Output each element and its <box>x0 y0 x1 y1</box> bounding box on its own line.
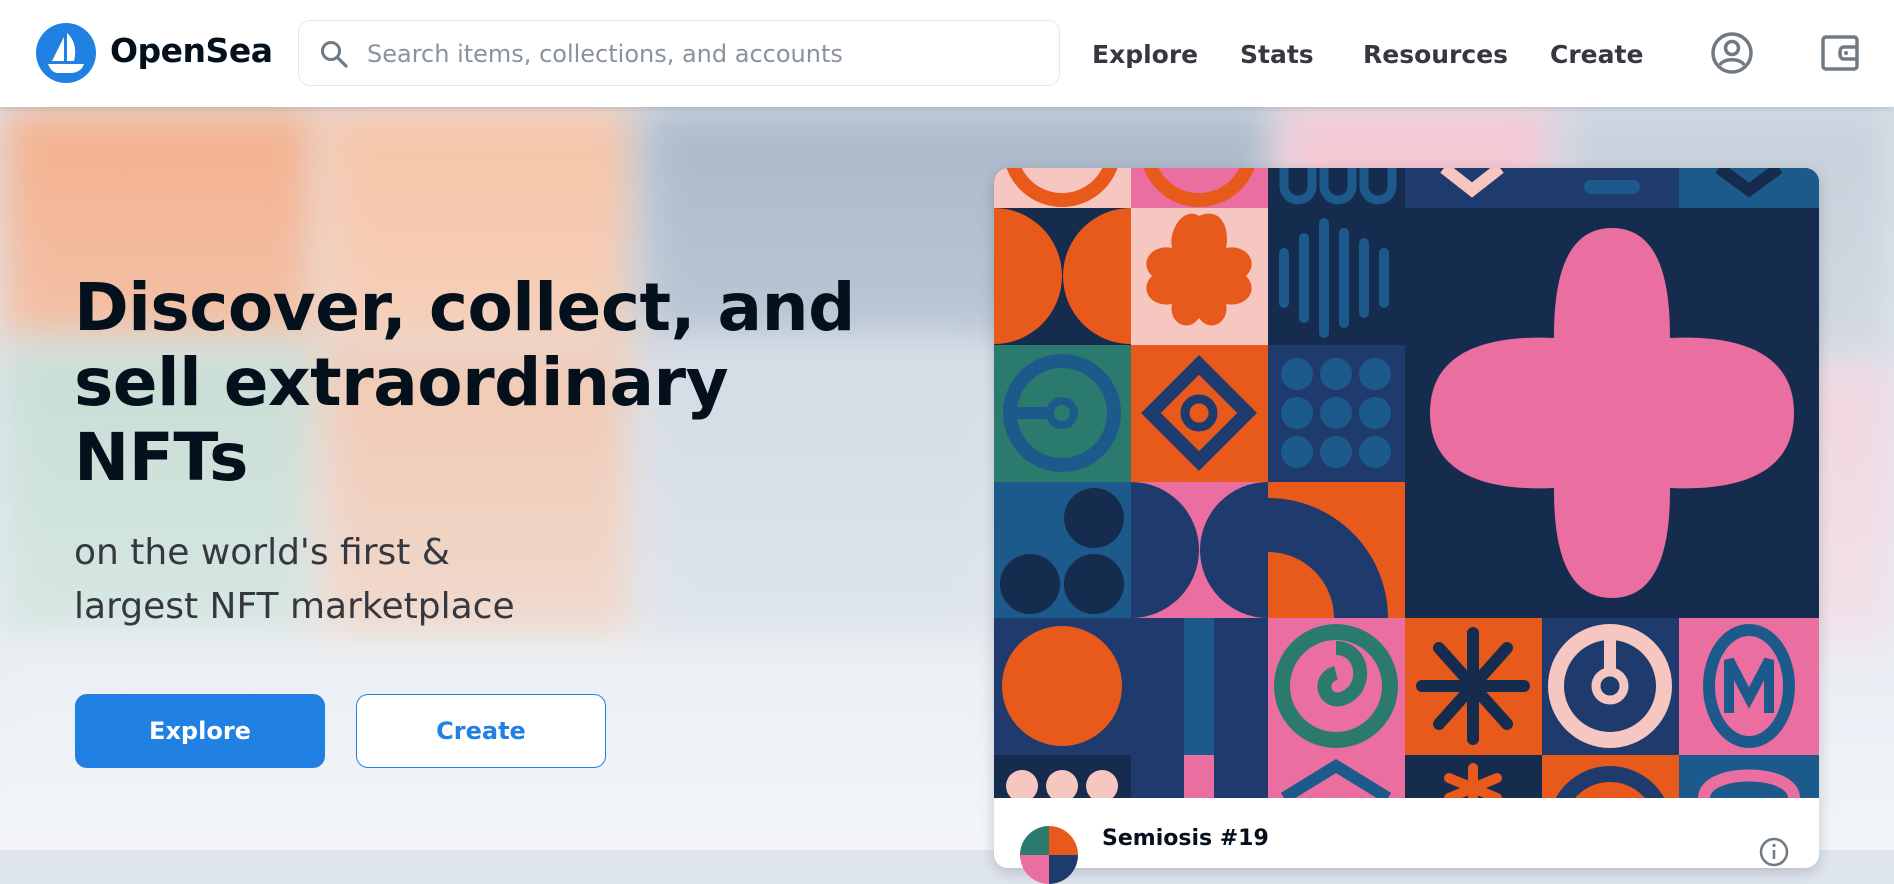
search-icon <box>319 39 349 73</box>
nav-create[interactable]: Create <box>1550 40 1643 69</box>
search-bar[interactable] <box>298 20 1060 86</box>
hero-subline: on the world's first & largest NFT marke… <box>74 526 674 634</box>
nav-resources[interactable]: Resources <box>1363 40 1508 69</box>
featured-item-name[interactable]: Semiosis #19 <box>1102 826 1269 851</box>
creator-avatar[interactable] <box>1020 826 1078 884</box>
featured-nft-artwork[interactable] <box>994 168 1819 798</box>
hero-subline-line-2: largest NFT marketplace <box>74 586 515 627</box>
info-icon[interactable] <box>1758 836 1790 872</box>
nav-stats[interactable]: Stats <box>1240 40 1314 69</box>
search-input[interactable] <box>365 35 1029 73</box>
hero-headline: Discover, collect, and sell extraordinar… <box>74 269 855 496</box>
top-navigation-bar: OpenSea Explore Stats Resources Create <box>0 0 1894 107</box>
nav-explore[interactable]: Explore <box>1092 40 1198 69</box>
account-circle-icon[interactable] <box>1710 31 1754 79</box>
create-button[interactable]: Create <box>356 694 606 768</box>
featured-nft-card[interactable] <box>994 168 1819 868</box>
explore-button[interactable]: Explore <box>75 694 325 768</box>
wallet-icon[interactable] <box>1820 33 1860 77</box>
hero-subline-line-1: on the world's first & <box>74 532 450 573</box>
brand-name[interactable]: OpenSea <box>110 31 273 70</box>
opensea-logo-icon[interactable] <box>36 23 96 83</box>
